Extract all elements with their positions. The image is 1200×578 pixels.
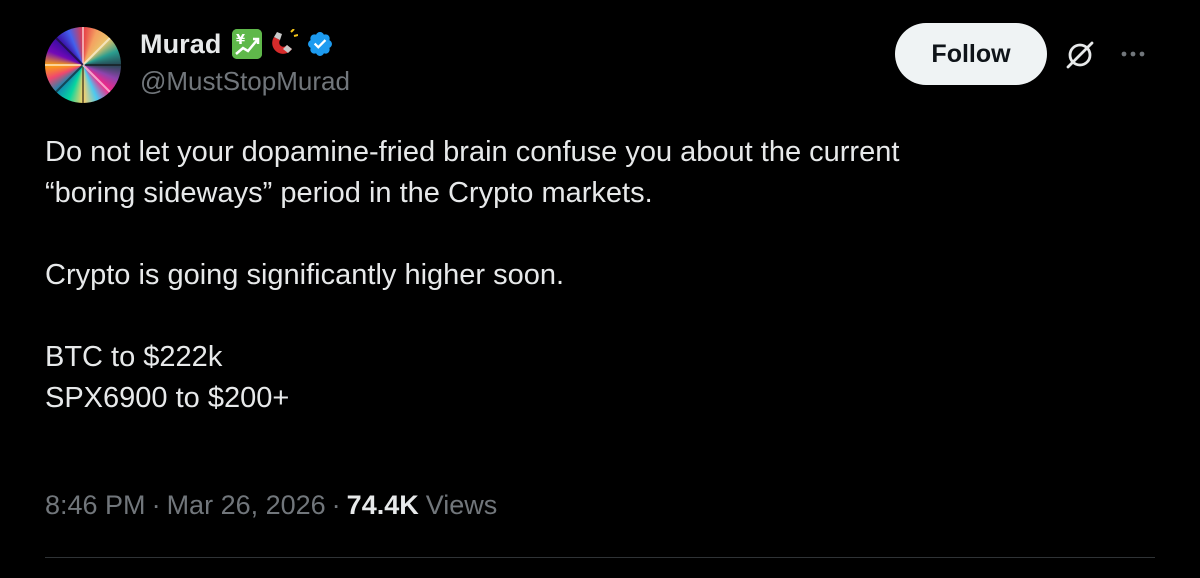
chart-increasing-with-yen-icon: ¥ [231,29,262,59]
magnet-icon [268,28,298,59]
more-icon[interactable] [1115,36,1151,72]
meta-separator: · [331,490,341,520]
tweet-meta: 8:46 PM · Mar 26, 2026 · 74.4K Views [45,490,497,521]
author-handle[interactable]: @MustStopMurad [140,66,350,97]
tweet-card: Murad ¥ @MustStopMurad Follow Do not let… [0,0,1200,578]
avatar-image [45,27,121,103]
tweet-time[interactable]: 8:46 PM [45,490,146,521]
views-label: Views [425,490,498,520]
avatar[interactable] [45,27,121,103]
tweet-line: SPX6900 to $200+ [45,382,290,414]
tweet-line: “boring sideways” period in the Crypto m… [45,177,653,209]
divider [45,557,1155,558]
meta-separator: · [151,490,161,520]
svg-text:¥: ¥ [236,33,245,48]
verified-badge-icon[interactable] [306,30,334,58]
follow-button[interactable]: Follow [895,23,1047,85]
tweet-text: Do not let your dopamine-fried brain con… [45,132,1155,419]
views-count[interactable]: 74.4K [347,490,419,521]
tweet-line: Do not let your dopamine-fried brain con… [45,136,900,168]
author-display-name[interactable]: Murad [140,29,222,60]
tweet-date[interactable]: Mar 26, 2026 [167,490,326,521]
author-name-row: Murad ¥ [140,26,334,62]
grok-icon[interactable] [1062,36,1098,72]
tweet-line: Crypto is going significantly higher soo… [45,259,565,291]
tweet-line: BTC to $222k [45,341,223,373]
